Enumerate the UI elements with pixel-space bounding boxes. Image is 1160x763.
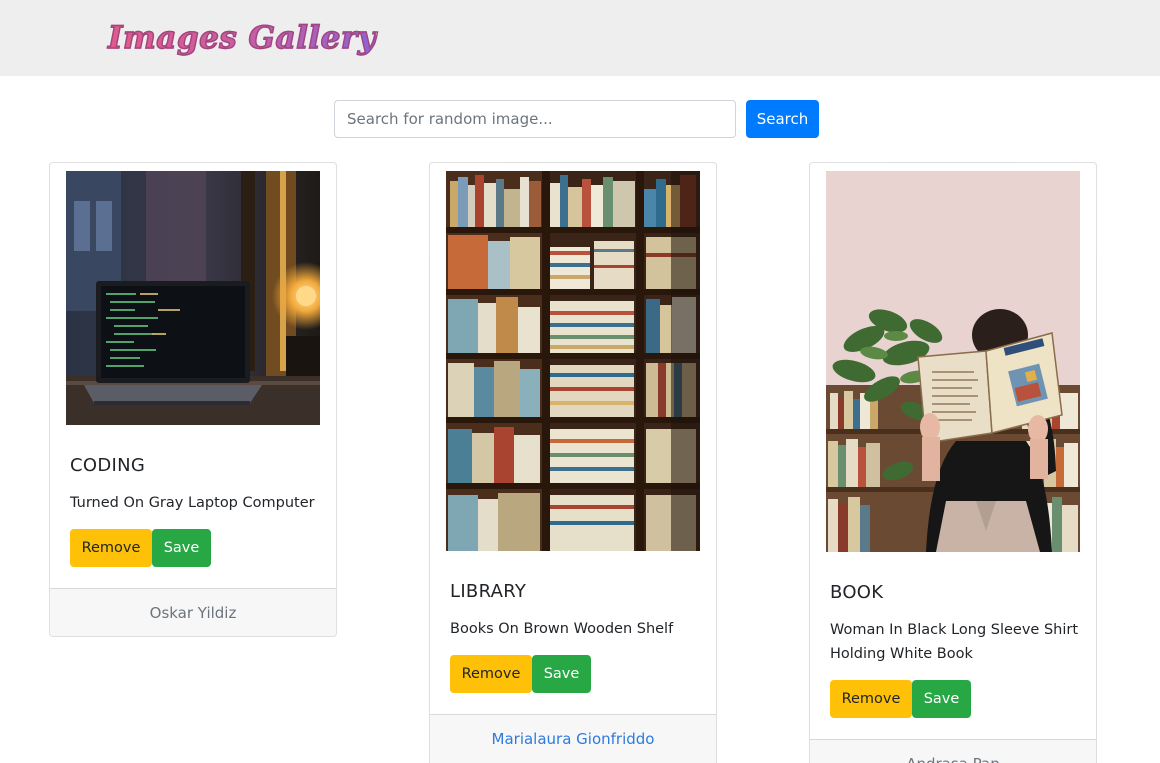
card-footer: Oskar Yildiz	[50, 588, 336, 636]
card-footer: Andrasa Pap	[810, 739, 1096, 763]
card-title: CODING	[70, 455, 146, 476]
author-name: Oskar Yildiz	[149, 604, 237, 622]
image-card: BOOK Woman In Black Long Sleeve Shirt Ho…	[809, 162, 1097, 763]
card-description: Books On Brown Wooden Shelf	[450, 621, 674, 637]
card-title: LIBRARY	[450, 581, 527, 602]
card-title: BOOK	[830, 582, 884, 603]
card-body: BOOK Woman In Black Long Sleeve Shirt Ho…	[830, 582, 1080, 718]
card-description: Turned On Gray Laptop Computer	[70, 495, 315, 511]
card-image	[66, 171, 320, 425]
save-button[interactable]: Save	[532, 655, 591, 693]
remove-button[interactable]: Remove	[70, 529, 152, 567]
search-button[interactable]: Search	[746, 100, 819, 138]
brand-logo[interactable]: Images Gallery	[107, 19, 376, 56]
card-image	[826, 171, 1080, 552]
search-input[interactable]	[334, 100, 736, 138]
remove-button[interactable]: Remove	[830, 680, 912, 718]
card-actions: Remove Save	[450, 655, 610, 693]
card-body: LIBRARY Books On Brown Wooden Shelf Remo…	[450, 581, 700, 693]
card-actions: Remove Save	[830, 680, 990, 718]
image-card: LIBRARY Books On Brown Wooden Shelf Remo…	[429, 162, 717, 763]
navbar: Images Gallery	[0, 0, 1160, 76]
save-button[interactable]: Save	[152, 529, 211, 567]
author-name: Andrasa Pap	[906, 755, 1000, 763]
card-actions: Remove Save	[70, 529, 230, 567]
author-link[interactable]: Marialaura Gionfriddo	[492, 730, 655, 748]
card-body: CODING Turned On Gray Laptop Computer Re…	[70, 455, 320, 567]
save-button[interactable]: Save	[912, 680, 971, 718]
image-card: CODING Turned On Gray Laptop Computer Re…	[49, 162, 337, 637]
card-description: Woman In Black Long Sleeve Shirt Holding…	[830, 622, 1079, 662]
card-image	[446, 171, 700, 551]
card-footer: Marialaura Gionfriddo	[430, 714, 716, 763]
remove-button[interactable]: Remove	[450, 655, 532, 693]
